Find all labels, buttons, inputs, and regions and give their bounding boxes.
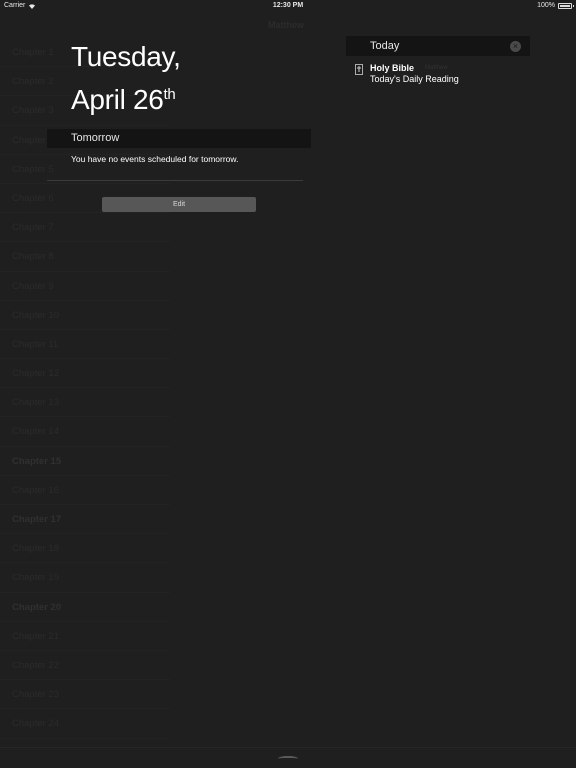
widget-ghost-text: Matthew <box>425 65 448 71</box>
background-app: Matthew Chapter 1 Chapter 2 Chapter 3 Chapt… <box>0 12 576 768</box>
chapter-row: Chapter 7 <box>0 213 170 243</box>
date-suffix: th <box>163 86 176 103</box>
battery-percent: 100% <box>537 2 555 9</box>
today-label: Today <box>370 40 400 52</box>
widget-title[interactable]: Holy Bible <box>370 63 414 73</box>
chapter-row: Chapter 20 <box>0 593 170 622</box>
status-bar: Carrier 12:30 PM 100% <box>0 0 576 12</box>
chapter-row: Chapter 8 <box>0 242 170 272</box>
status-time: 12:30 PM <box>272 2 304 9</box>
tomorrow-label: Tomorrow <box>71 132 120 144</box>
tomorrow-section-header: Tomorrow <box>47 129 311 148</box>
chapter-row: Chapter 23 <box>0 680 170 710</box>
date-label: April 26th <box>71 76 181 119</box>
widget-subtitle[interactable]: Today's Daily Reading <box>370 74 459 84</box>
date-main: April 26 <box>71 84 164 115</box>
chapter-row: Chapter 19 <box>0 563 170 593</box>
chapter-row: Chapter 15 <box>0 447 170 476</box>
chapter-row: Chapter 14 <box>0 417 170 447</box>
chapter-row: Chapter 16 <box>0 476 170 505</box>
edit-button[interactable]: Edit <box>102 197 256 212</box>
chapter-row: Chapter 10 <box>0 301 170 330</box>
chapter-row: Chapter 18 <box>0 534 170 564</box>
chapter-row: Chapter 17 <box>0 505 170 535</box>
bible-icon <box>355 64 363 75</box>
chapter-row: Chapter 12 <box>0 359 170 389</box>
chapter-row: Chapter 21 <box>0 622 170 651</box>
section-divider <box>47 180 303 181</box>
tomorrow-message: You have no events scheduled for tomorro… <box>71 154 239 164</box>
chapter-row: Chapter 22 <box>0 651 170 681</box>
battery-icon <box>558 2 574 9</box>
chapter-row: Chapter 24 <box>0 709 170 739</box>
chapter-row: Chapter 11 <box>0 330 170 360</box>
date-heading: Tuesday, April 26th <box>71 38 181 119</box>
chapter-row: Chapter 13 <box>0 388 170 418</box>
today-section-header: Today × <box>346 36 530 56</box>
background-nav-title: Matthew <box>268 20 304 30</box>
battery-indicator: 100% <box>537 2 574 9</box>
weekday-label: Tuesday, <box>71 41 181 72</box>
clear-today-icon[interactable]: × <box>510 41 521 52</box>
notification-center-grabber[interactable] <box>278 756 298 761</box>
screen: Carrier 12:30 PM 100% Matthew Chapter 1C… <box>0 0 576 768</box>
chapter-row: Chapter 9 <box>0 272 170 301</box>
